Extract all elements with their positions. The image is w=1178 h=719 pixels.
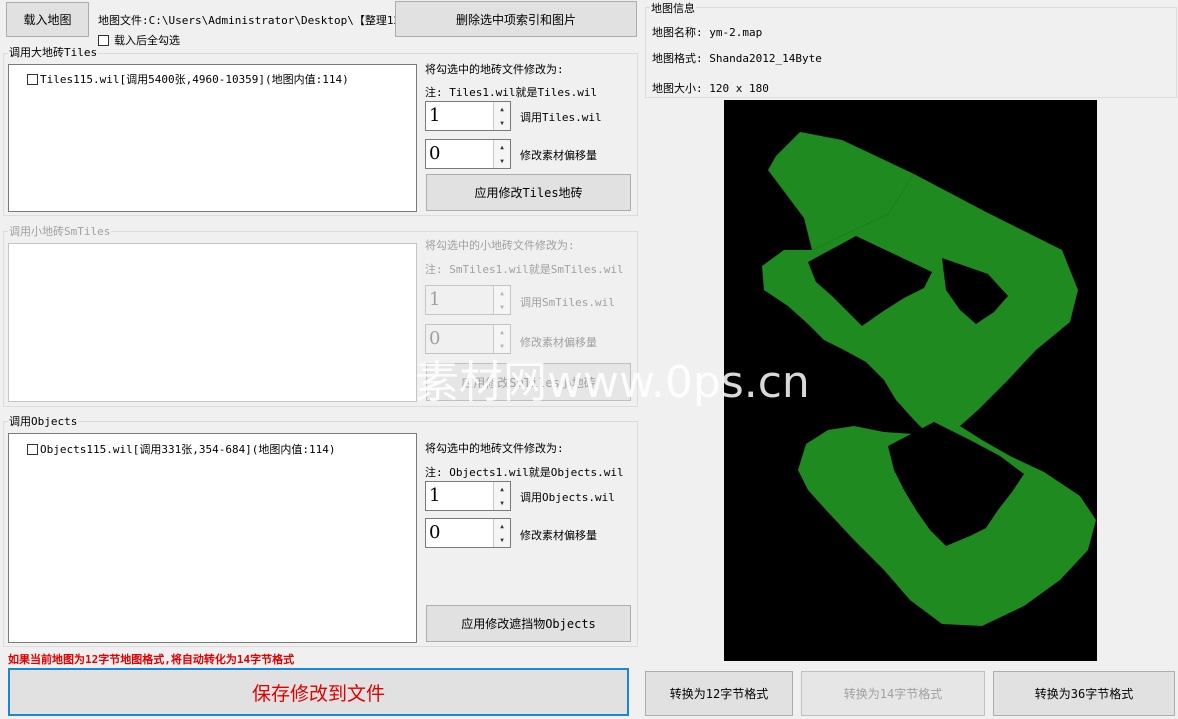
select-all-label: 载入后全勾选 [114, 34, 180, 47]
objects-group-title: 调用Objects [8, 413, 79, 429]
format-warning: 如果当前地图为12字节地图格式,将自动转化为14字节格式 [8, 653, 295, 666]
map-size: 地图大小: 120 x 180 [652, 82, 769, 95]
objects-offset-label: 修改素材偏移量 [520, 529, 597, 542]
smtiles-note: 注: SmTiles1.wil就是SmTiles.wil [425, 263, 624, 276]
tiles-offset-value[interactable]: 0 [429, 143, 440, 164]
map-file-path: 地图文件:C:\Users\Administrator\Desktop\【整理1… [98, 14, 412, 27]
load-map-button[interactable]: 载入地图 [6, 2, 89, 37]
smtiles-offset-stepper[interactable]: 0 ▲ ▼ [425, 324, 511, 354]
spin-up-icon[interactable]: ▲ [494, 140, 510, 155]
smtiles-file-value[interactable]: 1 [429, 289, 440, 310]
objects-file-value[interactable]: 1 [429, 485, 440, 506]
tiles-file-stepper[interactable]: 1 ▲ ▼ [425, 101, 511, 131]
apply-smtiles-button[interactable]: 应用修改SmTiles小地砖 [426, 363, 631, 401]
smtiles-file-label: 调用SmTiles.wil [520, 296, 615, 309]
list-item[interactable]: Tiles115.wil[调用5400张,4960-10359](地图内值:11… [27, 71, 349, 87]
tiles-note: 注: Tiles1.wil就是Tiles.wil [425, 86, 598, 99]
objects-offset-value[interactable]: 0 [429, 522, 440, 543]
spin-down-icon[interactable]: ▼ [494, 116, 510, 130]
spin-up-icon[interactable]: ▲ [494, 519, 510, 534]
spin-up-icon[interactable]: ▲ [494, 325, 510, 340]
list-item-label: Tiles115.wil[调用5400张,4960-10359](地图内值:11… [40, 73, 349, 86]
save-to-file-button[interactable]: 保存修改到文件 [8, 668, 629, 716]
spin-down-icon[interactable]: ▼ [494, 339, 510, 353]
apply-objects-button[interactable]: 应用修改遮挡物Objects [426, 605, 631, 642]
map-preview [724, 100, 1097, 661]
tiles-offset-label: 修改素材偏移量 [520, 149, 597, 162]
spin-up-icon[interactable]: ▲ [494, 102, 510, 117]
checkbox-icon[interactable] [27, 73, 38, 85]
convert-12-byte-button[interactable]: 转换为12字节格式 [645, 671, 793, 716]
convert-14-byte-button[interactable]: 转换为14字节格式 [801, 671, 985, 716]
tiles-modify-label: 将勾选中的地砖文件修改为: [425, 63, 564, 76]
list-item-label: Objects115.wil[调用331张,354-684](地图内值:114) [40, 443, 336, 456]
delete-selected-button[interactable]: 删除选中项索引和图片 [395, 1, 637, 37]
map-info-title: 地图信息 [650, 0, 696, 16]
smtiles-offset-value[interactable]: 0 [429, 328, 440, 349]
checkbox-icon[interactable] [98, 34, 109, 46]
spin-down-icon[interactable]: ▼ [494, 154, 510, 168]
convert-36-byte-button[interactable]: 转换为36字节格式 [993, 671, 1175, 716]
tiles-file-value[interactable]: 1 [429, 105, 440, 126]
tiles-file-label: 调用Tiles.wil [520, 111, 602, 124]
smtiles-list[interactable] [8, 243, 417, 402]
objects-file-stepper[interactable]: 1 ▲ ▼ [425, 481, 511, 511]
spin-down-icon[interactable]: ▼ [494, 300, 510, 314]
smtiles-group-title: 调用小地砖SmTiles [8, 223, 112, 239]
spin-up-icon[interactable]: ▲ [494, 286, 510, 301]
spin-up-icon[interactable]: ▲ [494, 482, 510, 497]
map-format: 地图格式: Shanda2012_14Byte [652, 52, 822, 65]
map-name: 地图名称: ym-2.map [652, 26, 763, 39]
objects-list[interactable]: Objects115.wil[调用331张,354-684](地图内值:114) [8, 433, 417, 643]
smtiles-offset-label: 修改素材偏移量 [520, 336, 597, 349]
list-item[interactable]: Objects115.wil[调用331张,354-684](地图内值:114) [27, 441, 336, 457]
objects-file-label: 调用Objects.wil [520, 491, 615, 504]
apply-tiles-button[interactable]: 应用修改Tiles地砖 [426, 174, 631, 211]
tiles-list[interactable]: Tiles115.wil[调用5400张,4960-10359](地图内值:11… [8, 64, 417, 212]
select-all-checkbox[interactable]: 载入后全勾选 [98, 32, 180, 48]
smtiles-modify-label: 将勾选中的小地砖文件修改为: [425, 239, 575, 252]
objects-note: 注: Objects1.wil就是Objects.wil [425, 466, 624, 479]
objects-offset-stepper[interactable]: 0 ▲ ▼ [425, 518, 511, 548]
tiles-group-title: 调用大地砖Tiles [8, 44, 99, 60]
checkbox-icon[interactable] [27, 443, 38, 455]
spin-down-icon[interactable]: ▼ [494, 496, 510, 510]
smtiles-file-stepper[interactable]: 1 ▲ ▼ [425, 285, 511, 315]
tiles-offset-stepper[interactable]: 0 ▲ ▼ [425, 139, 511, 169]
spin-down-icon[interactable]: ▼ [494, 533, 510, 547]
objects-modify-label: 将勾选中的地砖文件修改为: [425, 442, 564, 455]
